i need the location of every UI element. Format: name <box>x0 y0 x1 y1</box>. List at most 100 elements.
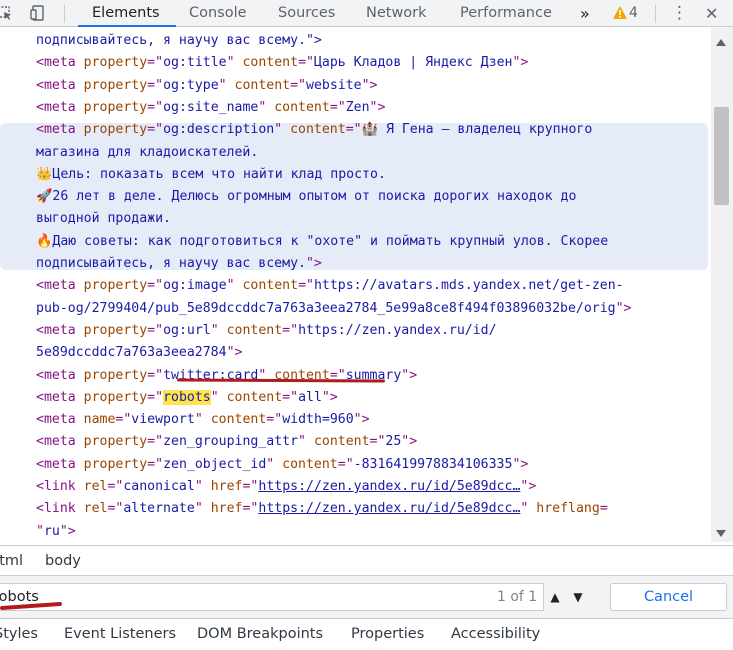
code-token: <link <box>36 501 84 517</box>
code-line[interactable]: <meta property="og:description" content=… <box>36 119 592 141</box>
code-token: "> <box>512 55 529 71</box>
code-line[interactable]: 🔥Даю советы: как подготовиться к "охоте"… <box>36 231 608 253</box>
code-line[interactable]: <meta property="zen_object_id" content="… <box>36 454 528 476</box>
code-token: https://zen.yandex.ru/id/ <box>298 322 497 338</box>
breadcrumb-body[interactable]: body <box>45 546 81 576</box>
code-line[interactable]: <meta property="og:site_name" content="Z… <box>36 97 385 119</box>
tab-network[interactable]: Network <box>366 0 427 27</box>
tab-elements[interactable]: Elements <box>92 0 160 27</box>
tab-properties[interactable]: Properties <box>351 619 424 650</box>
tab-accessibility[interactable]: Accessibility <box>451 619 540 650</box>
code-line[interactable]: магазина для кладоискателей. <box>36 142 258 164</box>
code-token: og:image <box>163 278 227 294</box>
search-match-count: 1 of 1 <box>497 589 538 605</box>
code-line[interactable]: 🚀26 лет в деле. Делюсь огромным опытом о… <box>36 186 576 208</box>
devtools-toolbar: Elements Console Sources Network Perform… <box>0 0 733 27</box>
code-token: " <box>36 523 44 539</box>
scroll-up-icon[interactable] <box>716 39 726 46</box>
code-token: " <box>274 122 291 138</box>
tab-event-listeners[interactable]: Event Listeners <box>64 619 176 650</box>
code-token: <meta <box>36 122 84 138</box>
elements-scrollbar[interactable] <box>711 27 733 542</box>
tab-dom-breakpoints[interactable]: DOM Breakpoints <box>197 619 323 650</box>
search-input[interactable] <box>0 583 544 611</box>
code-token: content <box>282 456 338 472</box>
code-token: <meta <box>36 278 84 294</box>
scrollbar-thumb[interactable] <box>714 107 729 205</box>
tab-styles[interactable]: Styles <box>0 619 38 650</box>
code-token: =" <box>345 122 362 138</box>
code-line[interactable]: <link rel="canonical" href="https://zen.… <box>36 476 536 498</box>
code-token: canonical <box>123 479 195 494</box>
code-line[interactable]: 👑Цель: показать всем что найти клад прос… <box>36 164 386 186</box>
warning-icon[interactable] <box>612 5 628 21</box>
search-next-button[interactable]: ▼ <box>568 584 588 610</box>
code-line[interactable]: <meta name="viewport" content="width=960… <box>36 409 370 431</box>
code-token: =" <box>298 55 314 71</box>
code-token: 🔥Даю советы: как подготовиться к "охоте"… <box>36 233 609 249</box>
code-token: <meta <box>36 99 84 115</box>
more-tabs-button[interactable]: » <box>580 0 590 27</box>
code-link[interactable]: https://zen.yandex.ru/id/5e89dcc… <box>258 501 520 516</box>
code-line[interactable]: <meta property="zen_grouping_attr" conte… <box>36 431 417 453</box>
code-token: property <box>83 434 148 450</box>
breadcrumb-html[interactable]: html <box>0 546 23 576</box>
code-line[interactable]: pub-og/2799404/pub_5e89dccddc7a763a3eea2… <box>36 298 631 320</box>
code-token: =" <box>369 434 386 450</box>
code-token: og:type <box>163 77 219 93</box>
search-prev-button[interactable]: ▲ <box>545 584 565 610</box>
warnings-count[interactable]: 4 <box>629 0 638 27</box>
code-token: " <box>520 501 537 517</box>
code-line[interactable]: <meta property="og:type" content="websit… <box>36 75 377 97</box>
code-token: подписывайтесь, я научу вас всему."> <box>36 33 322 48</box>
device-toolbar-icon[interactable] <box>30 5 46 21</box>
tab-performance[interactable]: Performance <box>460 0 552 27</box>
code-token: <meta <box>36 322 84 338</box>
code-token: выгодной продажи. <box>36 211 171 227</box>
code-token: подписывайтесь, я научу вас всему. <box>36 256 306 271</box>
code-line[interactable]: "ru"> <box>36 521 76 542</box>
code-token: content <box>210 412 267 428</box>
tab-sources[interactable]: Sources <box>278 0 335 27</box>
code-line[interactable]: подписывайтесь, я научу вас всему."> <box>36 253 322 275</box>
code-token: =" <box>147 389 164 405</box>
code-token: =" <box>242 479 259 494</box>
code-line[interactable]: <meta property="og:url" content="https:/… <box>36 320 497 342</box>
code-token: <meta <box>36 412 84 428</box>
scroll-down-icon[interactable] <box>716 530 726 537</box>
close-icon[interactable]: ✕ <box>705 0 718 27</box>
code-token: =" <box>242 501 259 517</box>
code-token: =" <box>329 99 346 115</box>
code-line[interactable]: подписывайтесь, я научу вас всему."> <box>36 30 322 52</box>
code-token: <meta <box>36 77 84 93</box>
code-token: "> <box>520 479 537 494</box>
code-line[interactable]: <link rel="alternate" href="https://zen.… <box>36 498 608 520</box>
code-token: pub-og/2799404/pub_5e89dccddc7a763a3eea2… <box>36 300 616 316</box>
code-token: "> <box>321 389 338 405</box>
search-hit: robots <box>163 389 211 405</box>
code-token: rel <box>83 479 108 494</box>
code-token: " <box>194 501 211 517</box>
code-line[interactable]: выгодной продажи. <box>36 208 171 230</box>
code-token: hreflang <box>536 501 600 517</box>
code-token: og:site_name <box>163 99 259 115</box>
kebab-menu-icon[interactable]: ⋮ <box>671 0 688 27</box>
code-token: alternate <box>123 501 195 517</box>
cancel-button[interactable]: Cancel <box>610 583 727 611</box>
elements-tree[interactable]: подписывайтесь, я научу вас всему."> <met… <box>0 27 711 542</box>
code-token: "> <box>226 345 243 361</box>
code-token: content <box>226 322 283 338</box>
code-token: " <box>210 389 227 405</box>
code-token: ru <box>43 523 60 539</box>
code-link[interactable]: https://zen.yandex.ru/id/5e89dcc… <box>258 479 520 494</box>
code-line[interactable]: 5e89dccddc7a763a3eea2784"> <box>36 342 242 364</box>
code-line[interactable]: <meta property="og:image" content="https… <box>36 275 624 297</box>
code-line[interactable]: <meta property="og:title" content="Царь … <box>36 52 528 74</box>
tab-console[interactable]: Console <box>189 0 247 27</box>
code-token: =" <box>147 99 164 115</box>
code-line[interactable]: <meta property="twitter:card" content="s… <box>36 365 417 387</box>
inspect-icon[interactable] <box>0 5 13 21</box>
code-line[interactable]: <meta property="robots" content="all"> <box>36 387 338 409</box>
code-token: =" <box>147 322 164 338</box>
code-token: property <box>83 278 148 294</box>
